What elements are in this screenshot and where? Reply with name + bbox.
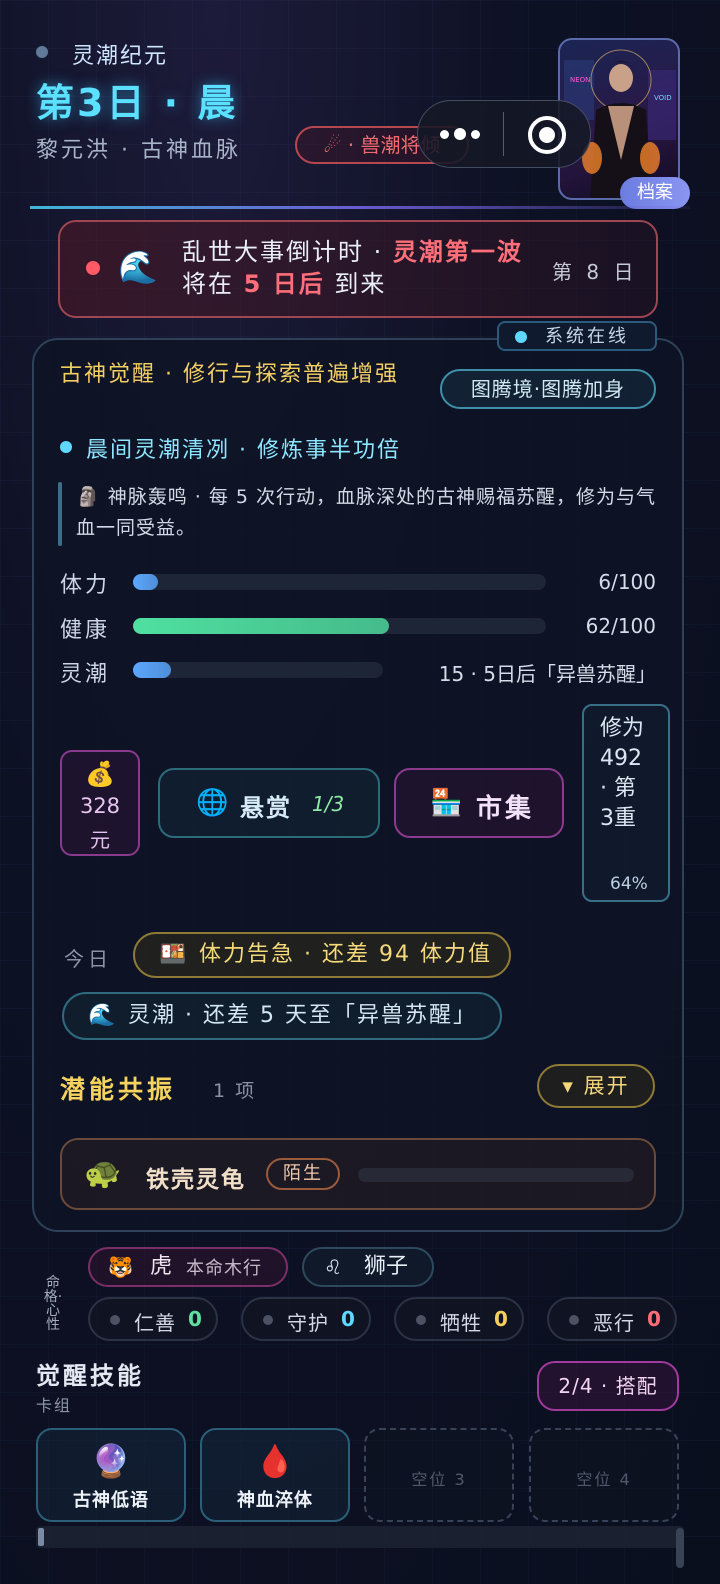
bounty-button[interactable]: 🌐 悬赏 1/3	[158, 768, 380, 838]
header-divider	[30, 206, 690, 209]
tide-alert-chip[interactable]: 🌊 灵潮 · 还差 5 天至「异兽苏醒」	[62, 992, 502, 1040]
vertical-scrollbar[interactable]	[676, 1528, 684, 1568]
cultivation-card[interactable]: 修为 492 · 第 3重 64%	[582, 704, 670, 902]
wave-icon: 🌊	[118, 248, 158, 286]
era-label: 灵潮纪元	[72, 44, 169, 69]
skill-slot-2[interactable]: 🩸 神血淬体	[200, 1428, 350, 1522]
potential-item-bar	[358, 1168, 634, 1182]
store-icon: 🏪	[430, 788, 463, 818]
zodiac-element: 本命木行	[186, 1258, 262, 1279]
star-sign-name: 狮子	[364, 1254, 409, 1279]
virtue-evil[interactable]: 恶行 0	[547, 1297, 677, 1341]
virtue-kindness[interactable]: 仁善 0	[88, 1297, 218, 1341]
countdown-text: 乱世大事倒计时 · 灵潮第一波 将在 5 日后 到来	[182, 238, 523, 298]
empty-slot-label: 空位 3	[411, 1470, 467, 1489]
online-dot	[515, 331, 527, 343]
stamina-value: 6/100	[598, 570, 656, 594]
skill-name: 神血淬体	[237, 1490, 313, 1511]
tide-dot	[60, 441, 72, 453]
empty-slot-label: 空位 4	[576, 1470, 632, 1489]
skill-slot-1[interactable]: 🔮 古神低语	[36, 1428, 186, 1522]
potential-item-tag: 陌生	[266, 1158, 340, 1190]
crystal-ball-icon: 🔮	[91, 1442, 131, 1480]
virtue-sacrifice[interactable]: 牺牲 0	[394, 1297, 524, 1341]
potential-item[interactable]: 🐢 铁壳灵龟 陌生	[60, 1138, 656, 1210]
stamina-fill	[133, 574, 158, 590]
tide-fill	[133, 662, 171, 678]
close-target-icon[interactable]	[528, 116, 566, 154]
stamina-track	[133, 574, 546, 590]
bloodline-label: 黎元洪 · 古神血脉	[36, 138, 241, 163]
cultivation-text: 修为 492 · 第 3重	[600, 716, 645, 831]
globe-icon: 🌐	[196, 788, 229, 818]
today-label: 今日	[64, 947, 112, 971]
zodiac-name: 虎	[150, 1254, 173, 1279]
skill-name: 古神低语	[73, 1490, 149, 1511]
potential-title: 潜能共振	[60, 1075, 177, 1104]
bento-icon: 🍱	[159, 942, 189, 967]
market-button[interactable]: 🏪 市集	[394, 768, 564, 838]
cultivation-percent: 64%	[610, 874, 648, 894]
tide-status: 晨间灵潮清冽 · 修炼事半功倍	[86, 438, 401, 463]
potential-count: 1 项	[213, 1080, 257, 1102]
buff-title: 古神觉醒 · 修行与探索普遍增强	[60, 362, 399, 387]
skills-title: 觉醒技能	[36, 1362, 144, 1390]
quote-bar	[58, 482, 62, 546]
virtue-guard[interactable]: 守护 0	[241, 1297, 371, 1341]
era-dot	[36, 46, 48, 58]
moai-icon: 🗿	[76, 486, 101, 508]
leo-icon: ♌	[324, 1255, 342, 1279]
bloodline-quote: 🗿 神脉轰鸣 · 每 5 次行动，血脉深处的古神赐福苏醒，修为与气血一同受益。	[76, 486, 657, 539]
money-unit: 元	[90, 828, 110, 852]
bounty-label: 悬赏	[240, 794, 292, 822]
star-sign-pill[interactable]: ♌ 狮子	[302, 1247, 434, 1287]
countdown-day: 第 8 日	[552, 260, 638, 284]
horizontal-scrollbar[interactable]	[36, 1526, 684, 1548]
turtle-icon: 🐢	[84, 1156, 122, 1191]
health-fill	[133, 618, 390, 634]
stat-label-health: 健康	[60, 618, 111, 643]
blood-drop-icon: 🩸	[255, 1442, 295, 1480]
skill-loadout-button[interactable]: 2/4 · 搭配	[537, 1361, 679, 1411]
stamina-alert-chip[interactable]: 🍱 体力告急 · 还差 94 体力值	[133, 932, 511, 978]
svg-text:NEON: NEON	[570, 76, 590, 84]
capsule-divider	[503, 112, 504, 156]
tide-track	[133, 662, 383, 678]
more-menu-icon[interactable]	[438, 116, 482, 152]
money-card[interactable]: 💰 328 元	[60, 750, 140, 856]
health-value: 62/100	[585, 614, 656, 638]
stat-label-tide: 灵潮	[60, 662, 111, 687]
tide-value: 15 · 5日后「异兽苏醒」	[438, 662, 656, 686]
skills-subtitle: 卡组	[36, 1396, 73, 1415]
fate-vertical-label: 命格·心性	[43, 1275, 63, 1333]
money-bag-icon: 💰	[85, 760, 115, 788]
system-online-badge: 系统在线	[497, 321, 657, 351]
archive-button[interactable]: 档案	[620, 177, 690, 209]
tiger-icon: 🐯	[108, 1255, 133, 1279]
svg-text:VOID: VOID	[654, 94, 672, 102]
bounty-count: 1/3	[312, 792, 345, 816]
health-track	[133, 618, 546, 634]
wave-icon: 🌊	[88, 1003, 118, 1028]
skill-slot-4[interactable]: 空位 4	[529, 1428, 679, 1522]
potential-item-name: 铁壳灵龟	[146, 1167, 246, 1193]
skill-slot-3[interactable]: 空位 3	[364, 1428, 514, 1522]
expand-button[interactable]: ▾ 展开	[537, 1064, 655, 1108]
alert-dot	[86, 261, 100, 275]
zodiac-pill[interactable]: 🐯 虎 本命木行	[88, 1247, 288, 1287]
market-label: 市集	[476, 794, 535, 824]
scroll-thumb[interactable]	[38, 1528, 44, 1546]
money-amount: 328	[79, 794, 121, 818]
stat-label-stamina: 体力	[60, 573, 111, 598]
day-title: 第3日 · 晨	[36, 81, 239, 125]
totem-button[interactable]: 图腾境·图腾加身	[440, 369, 656, 409]
